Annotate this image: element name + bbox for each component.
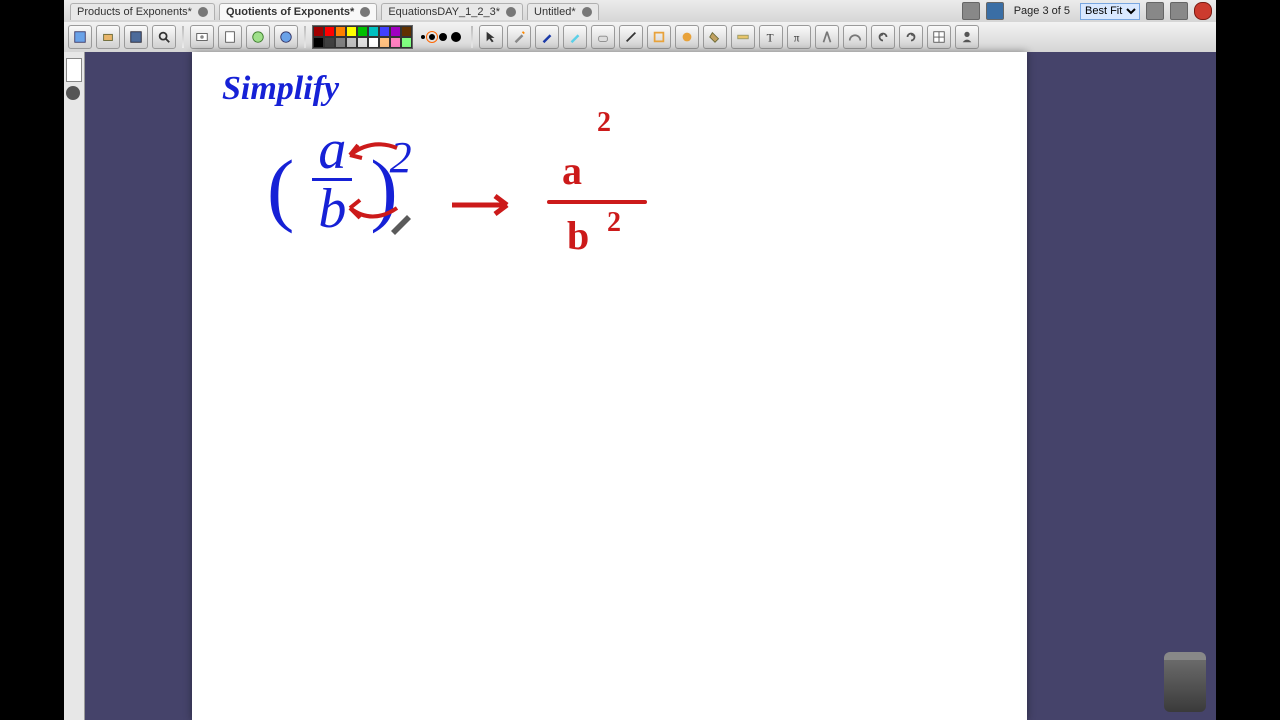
select-tool[interactable] — [479, 25, 503, 49]
hand-den-exp: 2 — [607, 207, 621, 239]
document-tab[interactable]: EquationsDAY_1_2_3* — [381, 3, 523, 20]
palette-swatch[interactable] — [357, 26, 368, 37]
tab-label: Quotients of Exponents* — [226, 6, 354, 18]
recognize-shape-tool[interactable] — [675, 25, 699, 49]
palette-swatch[interactable] — [401, 26, 412, 37]
page-sorter-panel[interactable] — [64, 52, 85, 720]
people-tool[interactable] — [955, 25, 979, 49]
palette-swatch[interactable] — [346, 37, 357, 48]
red-arrow-right — [447, 190, 527, 220]
search-button[interactable] — [152, 25, 176, 49]
fullscreen-button[interactable] — [1146, 2, 1164, 20]
tab-label: Untitled* — [534, 6, 576, 18]
redo-button[interactable] — [899, 25, 923, 49]
ruler-tool[interactable] — [731, 25, 755, 49]
tab-label: Products of Exponents* — [77, 6, 192, 18]
protractor-tool[interactable] — [843, 25, 867, 49]
document-tabs: Products of Exponents* Quotients of Expon… — [70, 2, 603, 20]
compass-tool[interactable] — [815, 25, 839, 49]
hand-fraction-bar — [547, 200, 647, 204]
palette-swatch[interactable] — [313, 26, 324, 37]
palette-swatch[interactable] — [335, 37, 346, 48]
palette-swatch[interactable] — [379, 37, 390, 48]
toolbar: T π — [64, 22, 1216, 53]
whiteboard-canvas[interactable]: Simplify ( a b )2 — [192, 52, 1027, 720]
minimize-button[interactable] — [1170, 2, 1188, 20]
trash-icon[interactable] — [1164, 652, 1206, 712]
tab-close-icon[interactable] — [360, 7, 370, 17]
hand-num-exp: 2 — [597, 107, 611, 139]
document-camera-button[interactable] — [218, 25, 242, 49]
palette-swatch[interactable] — [390, 37, 401, 48]
shape-tool[interactable] — [647, 25, 671, 49]
letterbox-left — [0, 0, 64, 720]
document-tab[interactable]: Quotients of Exponents* — [219, 3, 377, 20]
pen-tool[interactable] — [535, 25, 559, 49]
page-indicator: Page 3 of 5 — [1014, 5, 1070, 17]
hand-denominator: b — [567, 212, 589, 259]
hand-numerator: a — [562, 147, 582, 194]
dashboard-button[interactable] — [986, 2, 1004, 20]
single-page-view-button[interactable] — [962, 2, 980, 20]
palette-swatch[interactable] — [379, 26, 390, 37]
palette-swatch[interactable] — [335, 26, 346, 37]
status-bar-right: Page 3 of 5 Best Fit50%75%100%150%200% — [962, 2, 1212, 20]
text-tool[interactable]: T — [759, 25, 783, 49]
gallery-button[interactable] — [68, 25, 92, 49]
palette-swatch[interactable] — [324, 37, 335, 48]
properties-button[interactable] — [124, 25, 148, 49]
document-tab[interactable]: Products of Exponents* — [70, 3, 215, 20]
palette-swatch[interactable] — [368, 37, 379, 48]
tab-label: EquationsDAY_1_2_3* — [388, 6, 500, 18]
palette-swatch[interactable] — [313, 37, 324, 48]
separator — [471, 26, 473, 48]
tab-close-icon[interactable] — [198, 7, 208, 17]
close-button[interactable] — [1194, 2, 1212, 20]
fill-tool[interactable] — [703, 25, 727, 49]
eraser-tool[interactable] — [591, 25, 615, 49]
table-tool[interactable] — [927, 25, 951, 49]
page-thumbnail[interactable] — [66, 58, 82, 82]
color-palette[interactable] — [312, 25, 413, 49]
capture-button[interactable] — [190, 25, 214, 49]
tab-close-icon[interactable] — [506, 7, 516, 17]
palette-swatch[interactable] — [357, 37, 368, 48]
pen-size-picker[interactable] — [421, 32, 461, 42]
workspace: Simplify ( a b )2 — [64, 52, 1216, 720]
highlighter-tool[interactable] — [563, 25, 587, 49]
palette-swatch[interactable] — [390, 26, 401, 37]
zoom-select[interactable]: Best Fit50%75%100%150%200% — [1080, 3, 1140, 20]
palette-swatch[interactable] — [346, 26, 357, 37]
svg-text:T: T — [767, 32, 774, 44]
undo-button[interactable] — [871, 25, 895, 49]
link-button[interactable] — [274, 25, 298, 49]
letterbox-right — [1216, 0, 1280, 720]
line-tool[interactable] — [619, 25, 643, 49]
palette-swatch[interactable] — [368, 26, 379, 37]
document-tab[interactable]: Untitled* — [527, 3, 599, 20]
recorder-icon[interactable] — [66, 86, 80, 100]
attachments-button[interactable] — [96, 25, 120, 49]
palette-swatch[interactable] — [401, 37, 412, 48]
magic-tool[interactable] — [507, 25, 531, 49]
separator — [304, 26, 306, 48]
palette-swatch[interactable] — [324, 26, 335, 37]
page-heading: Simplify — [222, 70, 339, 108]
whiteboard-app: Products of Exponents* Quotients of Expon… — [0, 0, 1280, 720]
pen-cursor-icon — [387, 207, 415, 235]
math-tool[interactable]: π — [787, 25, 811, 49]
tab-close-icon[interactable] — [582, 7, 592, 17]
separator — [182, 26, 184, 48]
insert-page-button[interactable] — [246, 25, 270, 49]
svg-text:π: π — [794, 32, 800, 44]
